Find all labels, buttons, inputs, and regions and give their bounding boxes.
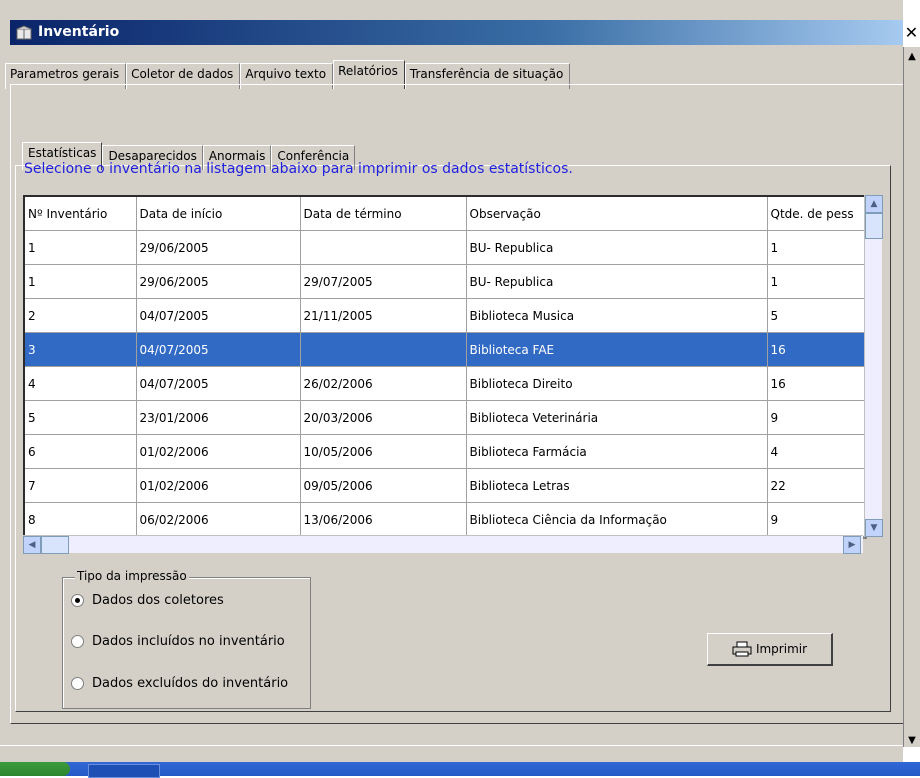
table-cell: BU- Republica [466, 230, 768, 265]
table-cell: 1 [767, 230, 865, 265]
table-cell: 04/07/2005 [136, 332, 301, 367]
radio-dados-excluidos[interactable]: Dados excluídos do inventário [71, 676, 288, 691]
table-cell: Biblioteca Farmácia [466, 434, 768, 469]
table-cell: 23/01/2006 [136, 400, 301, 435]
column-header-data-inicio[interactable]: Data de início [136, 197, 301, 231]
radio-label: Dados dos coletores [92, 593, 224, 608]
table-cell: 1 [767, 264, 865, 299]
radio-dados-incluidos[interactable]: Dados incluídos no inventário [71, 634, 285, 649]
printer-icon [732, 641, 752, 657]
print-button[interactable]: Imprimir [707, 633, 833, 666]
table-cell [300, 230, 467, 265]
table-cell [300, 332, 467, 367]
scroll-left-icon[interactable]: ◀ [23, 536, 41, 554]
table-cell: 21/11/2005 [300, 298, 467, 333]
table-row[interactable]: 1 29/06/2005 29/07/2005 BU- Republica 1 [25, 264, 865, 299]
table-row[interactable]: 2 04/07/2005 21/11/2005 Biblioteca Music… [25, 298, 865, 333]
scroll-up-icon[interactable]: ▲ [906, 51, 918, 62]
table-cell: 10/05/2006 [300, 434, 467, 469]
table-cell: Biblioteca Veterinária [466, 400, 768, 435]
box-icon [16, 25, 32, 40]
table-row[interactable]: 1 29/06/2005 BU- Republica 1 [25, 230, 865, 265]
table-cell: 9 [767, 400, 865, 435]
scroll-thumb[interactable] [41, 536, 69, 554]
table-cell: Biblioteca FAE [466, 332, 768, 367]
scroll-down-icon[interactable]: ▼ [865, 519, 883, 537]
taskbar [0, 762, 920, 778]
grid-horizontal-scrollbar[interactable]: ◀ ▶ [23, 535, 863, 554]
table-cell: 22 [767, 468, 865, 503]
grid-vertical-scrollbar[interactable]: ▲ ▼ [864, 195, 883, 537]
table-cell: 20/03/2006 [300, 400, 467, 435]
table-cell: BU- Republica [466, 264, 768, 299]
scroll-up-icon[interactable]: ▲ [865, 195, 883, 213]
column-header-qtde-pessoas[interactable]: Qtde. de pess [767, 197, 865, 231]
column-header-n-inventario[interactable]: Nº Inventário [25, 197, 137, 231]
table-cell: 3 [25, 332, 137, 367]
table-cell: 2 [25, 298, 137, 333]
table-cell: 4 [767, 434, 865, 469]
window-horizontal-scrollbar[interactable] [0, 745, 903, 763]
print-type-legend: Tipo da impressão [75, 569, 189, 583]
grid-header-row: Nº Inventário Data de início Data de tér… [25, 197, 865, 231]
table-cell: 9 [767, 502, 865, 537]
table-cell: 16 [767, 332, 865, 367]
table-row[interactable]: 5 23/01/2006 20/03/2006 Biblioteca Veter… [25, 400, 865, 435]
table-row-selected[interactable]: 3 04/07/2005 Biblioteca FAE 16 [25, 332, 865, 367]
table-cell: 01/02/2006 [136, 434, 301, 469]
table-cell: Biblioteca Musica [466, 298, 768, 333]
table-row[interactable]: 7 01/02/2006 09/05/2006 Biblioteca Letra… [25, 468, 865, 503]
table-cell: 01/02/2006 [136, 468, 301, 503]
instruction-text: Selecione o inventário na listagem abaix… [24, 161, 573, 177]
table-cell: Biblioteca Direito [466, 366, 768, 401]
table-row[interactable]: 4 04/07/2005 26/02/2006 Biblioteca Direi… [25, 366, 865, 401]
table-cell: Biblioteca Letras [466, 468, 768, 503]
table-row[interactable]: 6 01/02/2006 10/05/2006 Biblioteca Farmá… [25, 434, 865, 469]
radio-unchecked-icon[interactable] [71, 635, 84, 648]
title-bar[interactable]: Inventário [10, 20, 903, 45]
table-cell: 16 [767, 366, 865, 401]
radio-checked-icon[interactable] [71, 594, 84, 607]
scroll-down-icon[interactable]: ▼ [906, 735, 918, 746]
window-vertical-scrollbar[interactable]: ▲ ▼ [903, 47, 920, 747]
table-row[interactable]: 8 06/02/2006 13/06/2006 Biblioteca Ciênc… [25, 502, 865, 537]
radio-label: Dados incluídos no inventário [92, 634, 285, 649]
column-header-data-termino[interactable]: Data de término [300, 197, 467, 231]
table-cell: 29/07/2005 [300, 264, 467, 299]
window-title: Inventário [38, 24, 120, 40]
table-cell: 5 [25, 400, 137, 435]
scroll-right-icon[interactable]: ▶ [843, 536, 861, 554]
table-cell: 13/06/2006 [300, 502, 467, 537]
radio-label: Dados excluídos do inventário [92, 676, 289, 691]
table-cell: 04/07/2005 [136, 298, 301, 333]
table-cell: 26/02/2006 [300, 366, 467, 401]
scroll-thumb[interactable] [865, 213, 883, 239]
table-cell: 7 [25, 468, 137, 503]
table-cell: 4 [25, 366, 137, 401]
inventory-grid[interactable]: Nº Inventário Data de início Data de tér… [23, 195, 867, 539]
table-cell: 29/06/2005 [136, 230, 301, 265]
radio-unchecked-icon[interactable] [71, 677, 84, 690]
table-cell: 04/07/2005 [136, 366, 301, 401]
table-cell: 29/06/2005 [136, 264, 301, 299]
table-cell: 1 [25, 230, 137, 265]
table-cell: 06/02/2006 [136, 502, 301, 537]
start-button[interactable] [0, 762, 70, 776]
column-header-observacao[interactable]: Observação [466, 197, 768, 231]
table-cell: 5 [767, 298, 865, 333]
print-button-label: Imprimir [755, 642, 808, 656]
table-cell: 8 [25, 502, 137, 537]
radio-dados-coletores[interactable]: Dados dos coletores [71, 593, 224, 608]
table-cell: 09/05/2006 [300, 468, 467, 503]
table-cell: Biblioteca Ciência da Informação [466, 502, 768, 537]
close-icon[interactable]: ✕ [903, 20, 920, 45]
main-tab-bar: Parametros gerais Coletor de dados Arqui… [5, 60, 571, 89]
table-cell: 1 [25, 264, 137, 299]
print-type-group: Tipo da impressão Dados dos coletores Da… [62, 569, 311, 709]
table-cell: 6 [25, 434, 137, 469]
app-window: Inventário Parametros gerais Coletor de … [0, 0, 905, 776]
